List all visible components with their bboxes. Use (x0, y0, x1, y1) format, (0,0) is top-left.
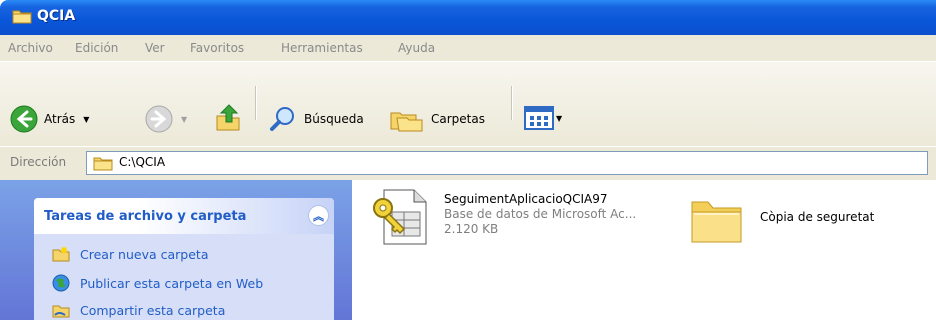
file-type: Base de datos de Microsoft Ac... (444, 207, 637, 221)
folders-button[interactable]: Carpetas (389, 105, 485, 133)
forward-arrow-icon (145, 105, 173, 133)
access-database-icon (373, 189, 427, 245)
views-button[interactable]: ▼ (524, 106, 562, 130)
up-folder-icon (216, 104, 240, 131)
folder-icon (12, 10, 32, 24)
file-view: SeguimentAplicacioQCIA97 Base de datos d… (352, 180, 936, 320)
folders-label: Carpetas (431, 112, 485, 126)
forward-button[interactable]: ▼ (145, 105, 187, 133)
address-bar: Dirección C:\QCIA (0, 146, 936, 180)
task-pane: Tareas de archivo y carpeta ︽ Crear nuev… (0, 180, 352, 320)
toolbar: Atrás ▼ ▼ Búsqueda Carpetas ▼ (0, 62, 936, 147)
back-label: Atrás (44, 112, 76, 126)
collapse-icon[interactable]: ︽ (308, 205, 329, 226)
up-folder-button[interactable] (214, 102, 244, 134)
task-share-folder[interactable]: Compartir esta carpeta (52, 302, 225, 318)
file-size: 2.120 KB (444, 222, 499, 236)
task-label: Publicar esta carpeta en Web (80, 275, 264, 291)
task-publish-web[interactable]: Publicar esta carpeta en Web (52, 274, 263, 292)
new-folder-icon (52, 246, 70, 262)
back-button[interactable]: Atrás ▼ (10, 105, 89, 133)
window-title: QCIA (37, 8, 76, 24)
back-dropdown-icon[interactable]: ▼ (83, 115, 89, 124)
folder-item[interactable]: Còpia de seguretat (688, 194, 874, 246)
task-new-folder[interactable]: Crear nueva carpeta (52, 246, 208, 262)
back-arrow-icon (10, 105, 38, 133)
file-item[interactable]: SeguimentAplicacioQCIA97 Base de datos d… (370, 188, 636, 246)
task-panel-title: Tareas de archivo y carpeta (44, 209, 247, 224)
search-button[interactable]: Búsqueda (268, 105, 364, 133)
file-name: SeguimentAplicacioQCIA97 (444, 192, 608, 206)
title-bar[interactable]: QCIA (0, 0, 936, 35)
task-label: Crear nueva carpeta (80, 246, 209, 262)
menu-archivo[interactable]: Archivo (8, 41, 53, 55)
folder-name: Còpia de seguretat (760, 210, 875, 224)
views-dropdown-icon[interactable]: ▼ (556, 114, 562, 123)
search-icon (270, 107, 294, 131)
explorer-window: QCIA Archivo Edición Ver Favoritos Herra… (0, 0, 936, 320)
forward-dropdown-icon[interactable]: ▼ (181, 115, 187, 124)
address-path: C:\QCIA (119, 155, 166, 169)
menu-bar: Archivo Edición Ver Favoritos Herramient… (0, 35, 936, 62)
task-panel: Tareas de archivo y carpeta ︽ Crear nuev… (34, 198, 334, 320)
search-label: Búsqueda (304, 112, 364, 126)
address-label: Dirección (10, 155, 67, 169)
task-panel-header[interactable]: Tareas de archivo y carpeta ︽ (34, 198, 334, 234)
share-folder-icon (52, 305, 70, 318)
folders-icon (390, 112, 423, 132)
views-icon (524, 106, 554, 130)
menu-edicion[interactable]: Edición (75, 41, 118, 55)
menu-ayuda[interactable]: Ayuda (398, 41, 435, 55)
publish-web-icon (52, 274, 70, 292)
address-input[interactable]: C:\QCIA (86, 151, 928, 175)
menu-herramientas[interactable]: Herramientas (281, 41, 363, 55)
folder-icon (691, 201, 742, 243)
task-label: Compartir esta carpeta (80, 302, 226, 318)
menu-favoritos[interactable]: Favoritos (190, 41, 244, 55)
folder-icon (93, 157, 113, 171)
menu-ver[interactable]: Ver (145, 41, 165, 55)
